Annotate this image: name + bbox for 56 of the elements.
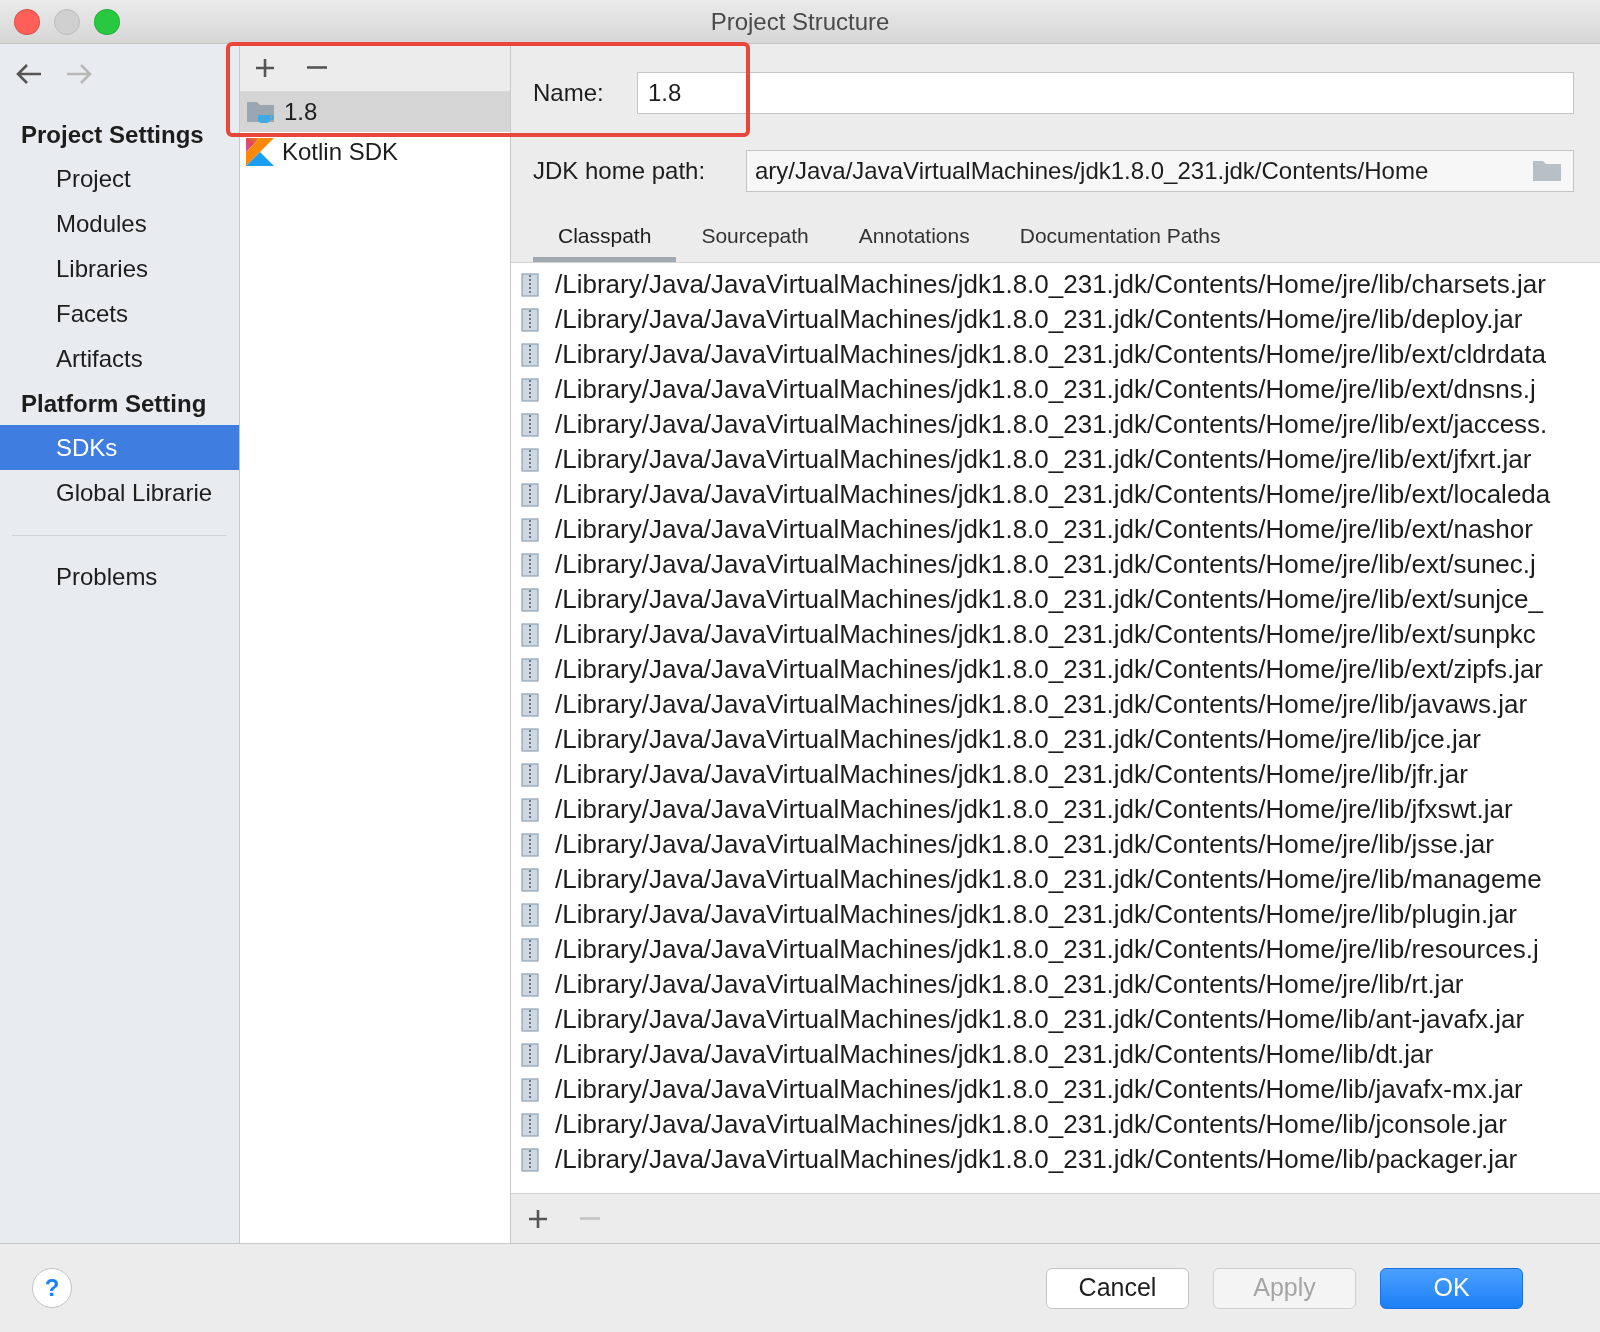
jar-icon: [521, 867, 539, 892]
jdk-home-path-label: JDK home path:: [533, 156, 707, 186]
dialog-button[interactable]: Cancel: [1046, 1267, 1189, 1309]
plus-icon: [254, 56, 276, 79]
jar-icon: [521, 972, 539, 997]
tab[interactable]: Documentation Paths: [994, 214, 1246, 262]
sdk-item[interactable]: 1.8: [240, 92, 510, 132]
tab[interactable]: Sourcepath: [676, 214, 834, 262]
jdk-home-path-field[interactable]: ary/Java/JavaVirtualMachines/jdk1.8.0_231.jdk/Contents/Home: [746, 150, 1574, 192]
jar-icon: [521, 832, 539, 857]
jar-icon: [521, 447, 539, 472]
sdk-item[interactable]: Kotlin SDK: [240, 132, 510, 172]
jar-icon: [521, 307, 539, 332]
jar-icon: [521, 517, 539, 542]
sidebar-item[interactable]: Facets: [0, 291, 239, 336]
minus-icon: [580, 1217, 600, 1220]
help-button[interactable]: ?: [32, 1268, 72, 1308]
jar-icon: [521, 412, 539, 437]
name-field[interactable]: 1.8: [637, 72, 1574, 114]
jar-icon: [521, 692, 539, 717]
jar-icon: [521, 342, 539, 367]
jar-icon: [521, 377, 539, 402]
jar-icon: [521, 1042, 539, 1067]
sidebar-item[interactable]: Global Librarie: [0, 470, 239, 515]
jar-icon: [521, 657, 539, 682]
jar-icon: [521, 1077, 539, 1102]
sidebar-item[interactable]: Artifacts: [0, 336, 239, 381]
jar-icon: [521, 727, 539, 752]
section-heading: Project Settings: [20, 120, 205, 150]
sidebar-item[interactable]: Problems: [0, 554, 239, 599]
kotlin-logo-icon: [246, 138, 274, 166]
folder-icon[interactable]: [1531, 158, 1563, 184]
zoom-window-button[interactable]: [94, 9, 120, 35]
sidebar-item[interactable]: Libraries: [0, 246, 239, 291]
jar-icon: [521, 797, 539, 822]
jar-icon: [521, 762, 539, 787]
section-heading: Platform Setting: [20, 389, 208, 419]
sidebar-item[interactable]: Modules: [0, 201, 239, 246]
jar-icon: [521, 622, 539, 647]
close-window-button[interactable]: [14, 9, 40, 35]
jar-icon: [521, 1147, 539, 1172]
jar-icon: [521, 482, 539, 507]
jar-icon: [521, 587, 539, 612]
tab[interactable]: Annotations: [833, 214, 995, 262]
plus-icon: [527, 1207, 549, 1230]
sidebar-item[interactable]: Project: [0, 156, 239, 201]
jar-icon: [521, 552, 539, 577]
sidebar-item[interactable]: SDKs: [0, 425, 239, 470]
jar-icon: [521, 1007, 539, 1032]
window-title: Project Structure: [710, 6, 890, 37]
minus-icon: [307, 66, 327, 69]
name-label: Name:: [533, 78, 605, 108]
jar-icon: [521, 902, 539, 927]
jar-icon: [521, 937, 539, 962]
jar-icon: [521, 1112, 539, 1137]
jar-icon: [521, 272, 539, 297]
